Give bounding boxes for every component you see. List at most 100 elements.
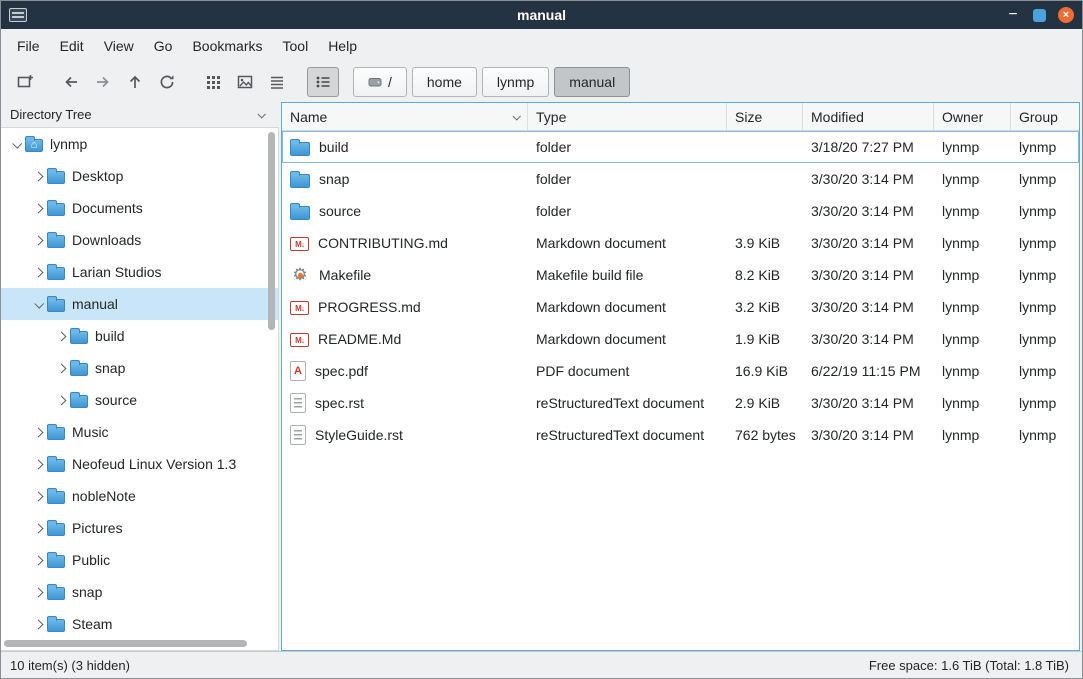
tree-item-noblenote[interactable]: nobleNote — [1, 480, 278, 512]
file-manager-window: manual − × File Edit View Go Bookmarks T… — [0, 0, 1083, 679]
expander-closed-icon[interactable] — [30, 589, 47, 596]
table-row-contributing[interactable]: CONTRIBUTING.md Markdown document 3.9 Ki… — [282, 227, 1079, 259]
table-row-spec-pdf[interactable]: spec.pdf PDF document 16.9 KiB 6/22/19 1… — [282, 355, 1079, 387]
menu-bookmarks[interactable]: Bookmarks — [182, 32, 272, 60]
tree-item-desktop[interactable]: Desktop — [1, 160, 278, 192]
expander-closed-icon[interactable] — [30, 621, 47, 628]
tree-item-label: build — [95, 328, 125, 344]
table-row-makefile[interactable]: ⚙ Makefile Makefile build file 8.2 KiB 3… — [282, 259, 1079, 291]
column-header-group[interactable]: Group — [1011, 103, 1079, 130]
icon-view-button[interactable] — [197, 67, 229, 97]
reload-button[interactable] — [151, 67, 183, 97]
cell-name: snap — [282, 171, 528, 188]
tree-item-build[interactable]: build — [1, 320, 278, 352]
sidebar-vertical-scrollbar[interactable] — [268, 132, 275, 330]
expander-closed-icon[interactable] — [53, 333, 70, 340]
table-row-snap[interactable]: snap folder 3/30/20 3:14 PM lynmp lynmp — [282, 163, 1079, 195]
file-name: StyleGuide.rst — [315, 427, 403, 443]
tree-item-source[interactable]: source — [1, 384, 278, 416]
menu-tool[interactable]: Tool — [273, 32, 319, 60]
column-header-modified[interactable]: Modified — [803, 103, 934, 130]
tree-item-manual[interactable]: manual — [1, 288, 278, 320]
detailed-list-view-button[interactable] — [307, 67, 339, 97]
tree-item-steam[interactable]: Steam — [1, 608, 278, 640]
window-title: manual — [517, 7, 566, 23]
expander-open-icon[interactable] — [30, 301, 47, 308]
path-root-button[interactable]: / — [353, 67, 407, 97]
maximize-button[interactable] — [1033, 9, 1046, 22]
cell-type: Markdown document — [528, 331, 727, 347]
column-header-owner[interactable]: Owner — [934, 103, 1011, 130]
expander-open-icon[interactable] — [8, 141, 25, 148]
tree-item-documents[interactable]: Documents — [1, 192, 278, 224]
tree-item-music[interactable]: Music — [1, 416, 278, 448]
menu-view[interactable]: View — [94, 32, 144, 60]
table-row-build[interactable]: build folder 3/18/20 7:27 PM lynmp lynmp — [282, 131, 1079, 163]
cell-owner: lynmp — [934, 235, 1011, 251]
cell-type: reStructuredText document — [528, 427, 727, 443]
tree-item-snap-sub[interactable]: snap — [1, 352, 278, 384]
expander-closed-icon[interactable] — [30, 429, 47, 436]
cell-size: 1.9 KiB — [727, 331, 803, 347]
table-row-source[interactable]: source folder 3/30/20 3:14 PM lynmp lynm… — [282, 195, 1079, 227]
new-tab-button[interactable] — [9, 67, 41, 97]
tree-item-larian-studios[interactable]: Larian Studios — [1, 256, 278, 288]
path-segment-home[interactable]: home — [412, 67, 477, 97]
tree-item-downloads[interactable]: Downloads — [1, 224, 278, 256]
expander-closed-icon[interactable] — [30, 557, 47, 564]
tree-item-snap[interactable]: snap — [1, 576, 278, 608]
tree-item-label: source — [95, 392, 137, 408]
expander-closed-icon[interactable] — [30, 461, 47, 468]
cell-group: lynmp — [1011, 331, 1079, 347]
table-row-progress[interactable]: PROGRESS.md Markdown document 3.2 KiB 3/… — [282, 291, 1079, 323]
menu-edit[interactable]: Edit — [50, 32, 94, 60]
folder-icon — [47, 555, 65, 568]
tree-item-public[interactable]: Public — [1, 544, 278, 576]
menu-go[interactable]: Go — [144, 32, 183, 60]
close-button[interactable]: × — [1058, 7, 1074, 23]
minimize-button[interactable]: − — [1005, 9, 1021, 21]
tree-item-label: Steam — [72, 616, 112, 632]
tree-item-lynmp[interactable]: lynmp — [1, 128, 278, 160]
cell-modified: 6/22/19 11:15 PM — [803, 363, 934, 379]
markdown-icon — [290, 237, 309, 251]
expander-closed-icon[interactable] — [30, 525, 47, 532]
path-segment-manual[interactable]: manual — [554, 67, 630, 97]
expander-closed-icon[interactable] — [30, 237, 47, 244]
path-segment-lynmp[interactable]: lynmp — [482, 67, 549, 97]
cell-modified: 3/30/20 3:14 PM — [803, 299, 934, 315]
sidebar-horizontal-scrollbar[interactable] — [4, 640, 247, 647]
directory-tree-header[interactable]: Directory Tree — [1, 102, 279, 127]
tree-item-neofeud[interactable]: Neofeud Linux Version 1.3 — [1, 448, 278, 480]
cell-name: PROGRESS.md — [282, 299, 528, 315]
thumbnail-view-button[interactable] — [229, 67, 261, 97]
cell-size: 762 bytes — [727, 427, 803, 443]
table-row-readme[interactable]: README.Md Markdown document 1.9 KiB 3/30… — [282, 323, 1079, 355]
markdown-icon — [290, 333, 309, 347]
compact-view-button[interactable] — [261, 67, 293, 97]
makefile-gear-icon: ⚙ — [290, 265, 310, 285]
tree-item-pictures[interactable]: Pictures — [1, 512, 278, 544]
expander-closed-icon[interactable] — [30, 173, 47, 180]
status-free-space-text: Free space: 1.6 TiB (Total: 1.8 TiB) — [869, 658, 1073, 673]
column-header-type[interactable]: Type — [528, 103, 727, 130]
cell-modified: 3/30/20 3:14 PM — [803, 267, 934, 283]
chevron-down-icon[interactable] — [257, 110, 265, 118]
statusbar: 10 item(s) (3 hidden) Free space: 1.6 Ti… — [1, 651, 1082, 678]
column-header-name[interactable]: Name — [282, 103, 528, 130]
up-button[interactable] — [119, 67, 151, 97]
expander-closed-icon[interactable] — [53, 365, 70, 372]
cell-modified: 3/30/20 3:14 PM — [803, 171, 934, 187]
expander-closed-icon[interactable] — [30, 205, 47, 212]
back-button[interactable] — [55, 67, 87, 97]
detailed-list-view-icon — [314, 73, 332, 91]
expander-closed-icon[interactable] — [53, 397, 70, 404]
menu-help[interactable]: Help — [318, 32, 367, 60]
expander-closed-icon[interactable] — [30, 493, 47, 500]
forward-button[interactable] — [87, 67, 119, 97]
column-header-size[interactable]: Size — [727, 103, 803, 130]
table-row-spec-rst[interactable]: spec.rst reStructuredText document 2.9 K… — [282, 387, 1079, 419]
menu-file[interactable]: File — [7, 32, 50, 60]
table-row-styleguide[interactable]: StyleGuide.rst reStructuredText document… — [282, 419, 1079, 451]
expander-closed-icon[interactable] — [30, 269, 47, 276]
